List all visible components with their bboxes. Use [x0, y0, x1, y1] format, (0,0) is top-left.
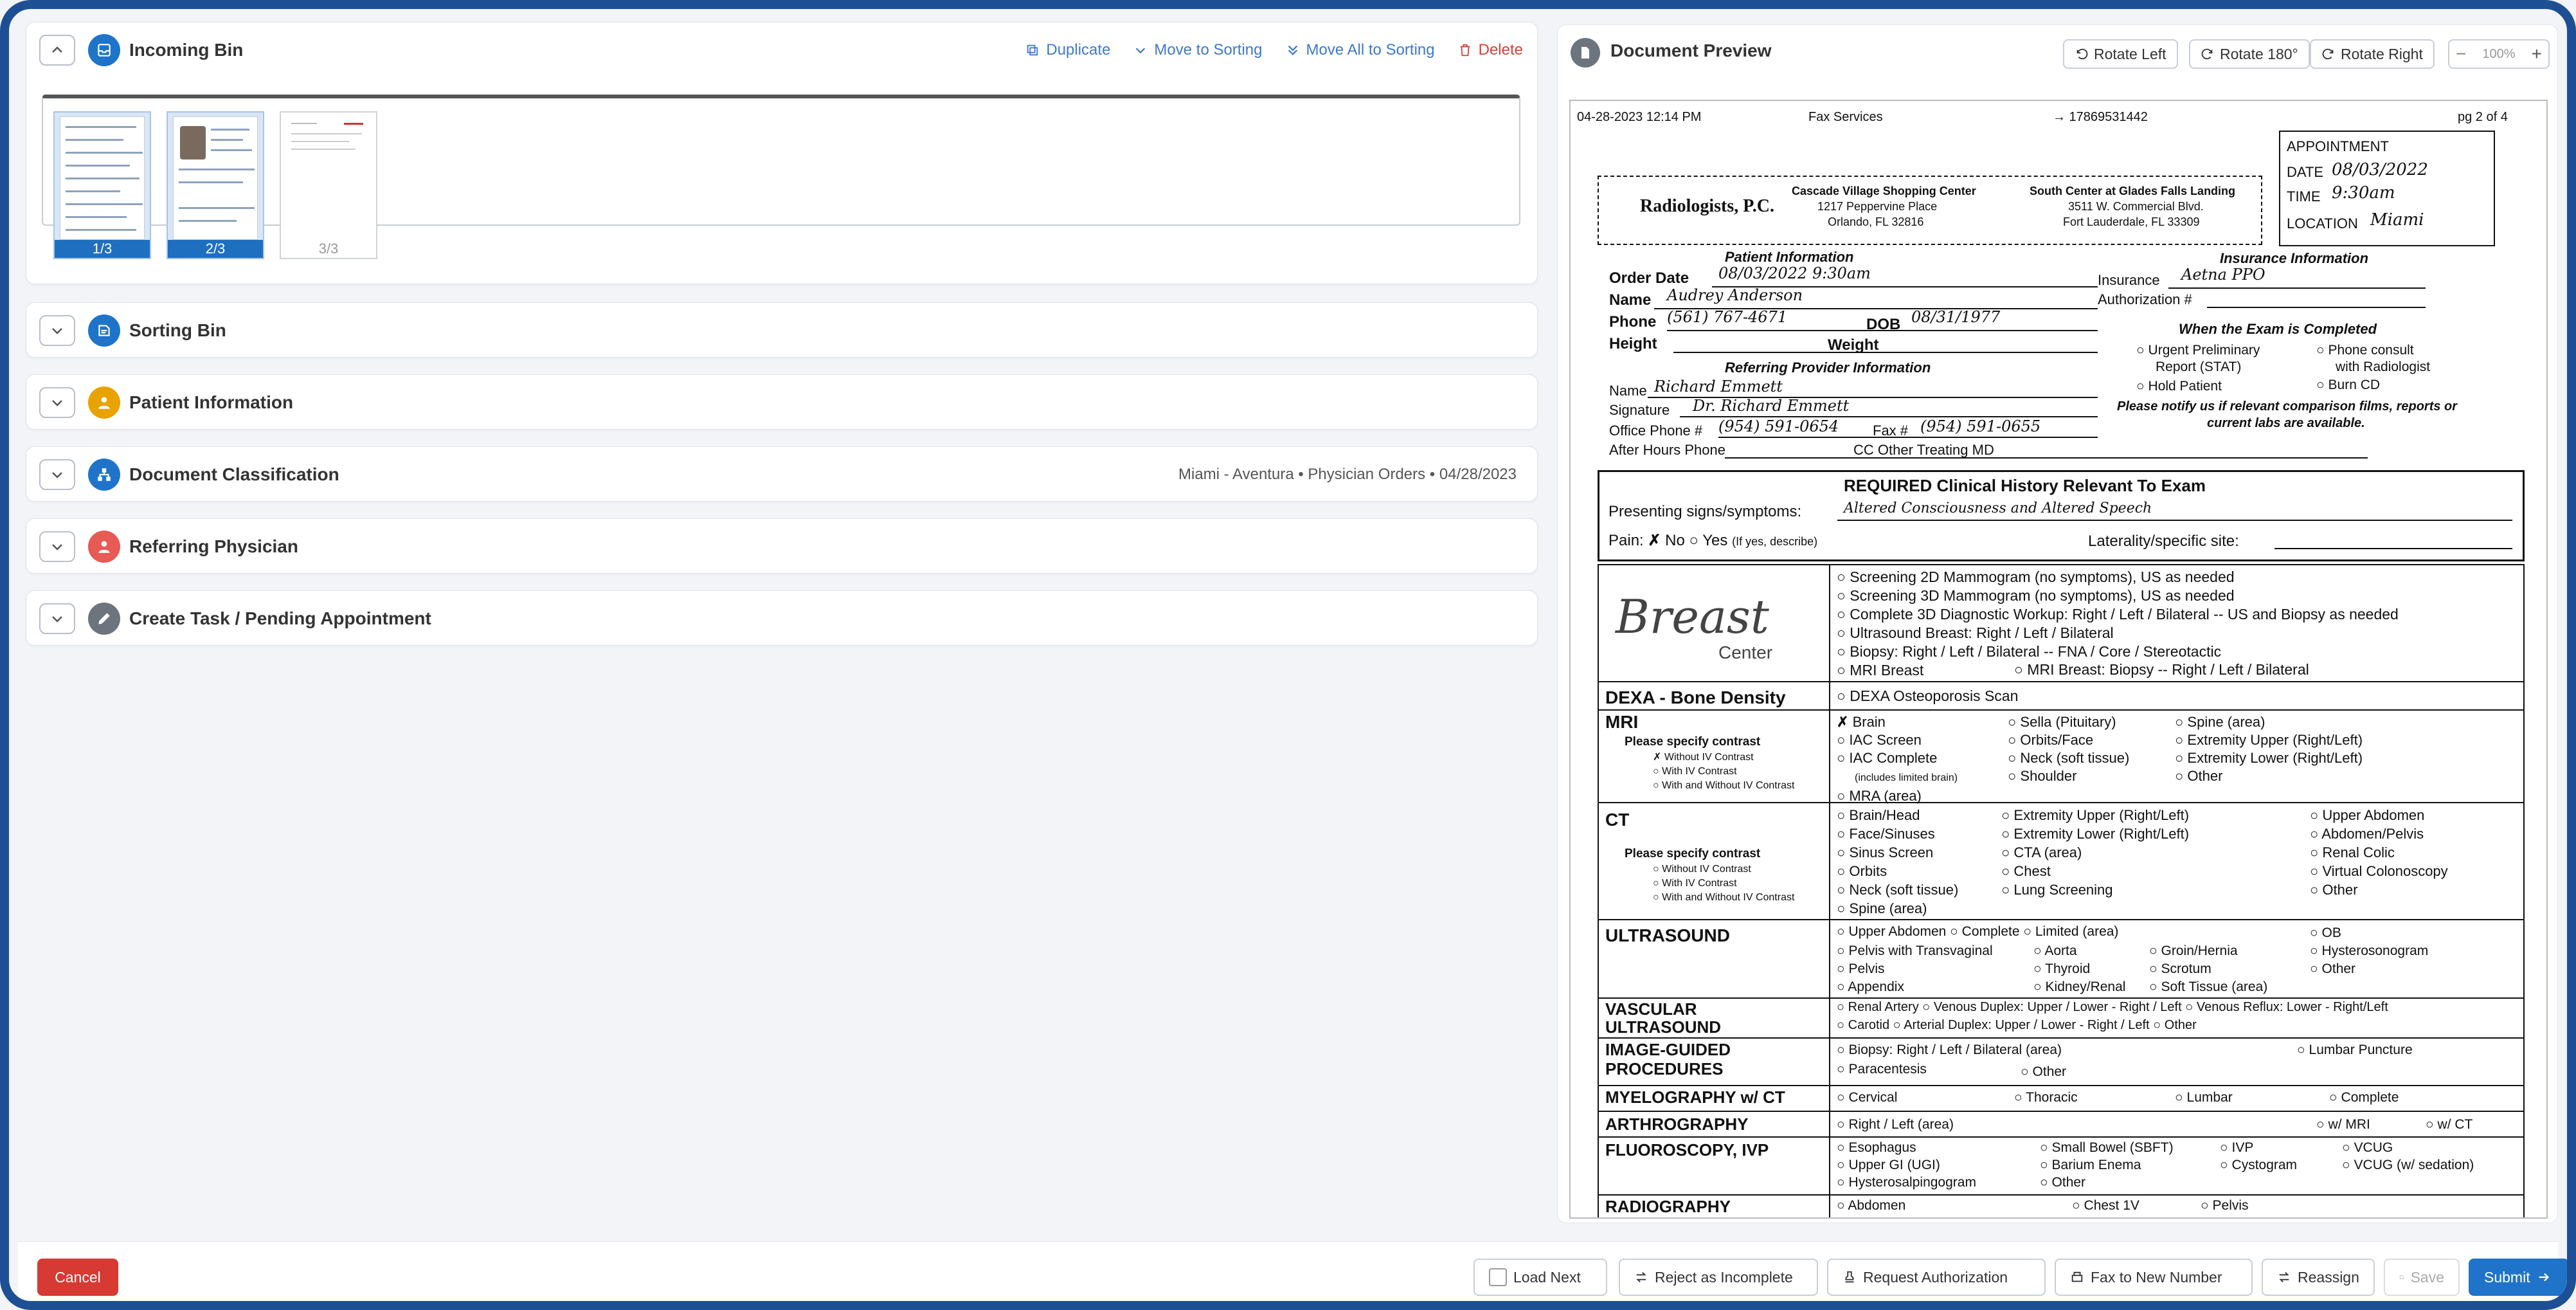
expand-toggle-patient[interactable]	[39, 387, 75, 418]
create-task-panel: Create Task / Pending Appointment	[26, 590, 1538, 646]
pencil-icon	[88, 603, 120, 635]
swap-icon	[1636, 1272, 1646, 1282]
thumbnail-label: 2/3	[168, 240, 263, 258]
reject-incomplete-button[interactable]: Reject as Incomplete	[1619, 1259, 1818, 1296]
arrow-right-icon	[2539, 1273, 2549, 1282]
chevron-up-icon	[52, 46, 62, 53]
referring-physician-title: Referring Physician	[129, 536, 298, 556]
cancel-button[interactable]: Cancel	[37, 1259, 118, 1296]
submit-button[interactable]: Submit	[2469, 1259, 2567, 1296]
document-icon	[1571, 38, 1600, 68]
double-chevron-down-icon	[1288, 45, 1297, 56]
trash-icon	[1460, 44, 1470, 57]
expand-toggle-classification[interactable]	[39, 459, 75, 490]
thumbnail-label: 1/3	[55, 240, 150, 258]
sorting-bin-panel: Sorting Bin	[26, 302, 1538, 358]
rotate-right-button[interactable]: Rotate Right	[2310, 39, 2435, 69]
save-button[interactable]: Save	[2384, 1259, 2460, 1296]
rotate-right-icon	[2322, 48, 2334, 60]
rotate-left-button[interactable]: Rotate Left	[2063, 39, 2178, 69]
patient-information-title: Patient Information	[129, 392, 294, 412]
request-authorization-button[interactable]: Request Authorization	[1827, 1259, 2046, 1296]
move-all-to-sorting-button[interactable]: Move All to Sorting	[1286, 41, 1435, 59]
move-to-sorting-button[interactable]: Move to Sorting	[1133, 41, 1263, 59]
thumbnail-image	[60, 116, 145, 240]
hierarchy-icon	[88, 459, 120, 491]
radiology-header-box: Radiologists, P.C. Cascade Village Shopp…	[1598, 176, 2262, 245]
sorting-bin-title: Sorting Bin	[129, 320, 226, 340]
reassign-button[interactable]: Reassign	[2262, 1259, 2375, 1296]
referring-physician-panel: Referring Physician	[26, 518, 1538, 574]
document-preview-title: Document Preview	[1610, 41, 1772, 60]
doctor-icon	[88, 531, 120, 563]
document-classification-title: Document Classification	[129, 464, 339, 484]
breast-center-logo: Breast	[1616, 590, 1769, 644]
fax-number: → 17869531442	[2053, 110, 2148, 124]
swap-icon	[2279, 1272, 2289, 1282]
left-column: Incoming Bin Duplicate Move to Sorting M…	[19, 22, 1544, 1237]
duplicate-button[interactable]: Duplicate	[1025, 41, 1110, 59]
thumbnail-image	[173, 116, 258, 240]
classification-summary: Miami - Aventura • Physician Orders • 04…	[1178, 466, 1517, 483]
create-task-title: Create Task / Pending Appointment	[129, 608, 431, 628]
chevron-down-icon	[52, 400, 62, 406]
page-indicator: pg 2 of 4	[2458, 110, 2508, 124]
fax-new-number-button[interactable]: Fax to New Number	[2055, 1259, 2253, 1296]
page-thumbnail-1[interactable]: 1/3	[53, 111, 151, 259]
app-frame: Incoming Bin Duplicate Move to Sorting M…	[0, 0, 2576, 1310]
rotate-180-button[interactable]: Rotate 180°	[2189, 39, 2310, 69]
sort-icon	[88, 314, 120, 347]
incoming-bin-actions: Duplicate Move to Sorting Move All to So…	[1025, 23, 1523, 78]
expand-toggle-task[interactable]	[39, 603, 75, 634]
zoom-in-icon[interactable]: +	[2532, 44, 2542, 64]
zoom-out-icon[interactable]: −	[2456, 44, 2466, 64]
thumbnail-label: 3/3	[318, 241, 339, 257]
stamp-icon	[1845, 1271, 1854, 1283]
document-preview-panel: Document Preview Rotate Left Rotate 180°…	[1557, 24, 2558, 1223]
expand-toggle-referring[interactable]	[39, 531, 75, 562]
chevron-down-icon	[52, 472, 62, 478]
chevron-down-icon	[1136, 48, 1146, 54]
fax-date: 04-28-2023 12:14 PM	[1577, 110, 1702, 124]
user-icon	[88, 387, 120, 419]
chevron-down-icon	[52, 544, 62, 550]
appointment-box: APPOINTMENT DATE 08/03/2022 TIME 9:30am …	[2279, 131, 2495, 246]
incoming-bin-title: Incoming Bin	[129, 40, 244, 60]
zoom-level: 100%	[2482, 46, 2516, 61]
document-page: 04-28-2023 12:14 PM Fax Services → 17869…	[1569, 100, 2548, 1219]
chevron-down-icon	[52, 328, 62, 334]
load-next-button[interactable]: Load Next	[1473, 1259, 1607, 1296]
patient-information-panel: Patient Information	[26, 374, 1538, 430]
delete-button[interactable]: Delete	[1458, 41, 1523, 59]
chevron-down-icon	[52, 616, 62, 623]
fax-service: Fax Services	[1808, 110, 1883, 124]
thumbnail-image	[286, 116, 371, 240]
save-icon	[2399, 1275, 2404, 1279]
page-thumbnail-2[interactable]: 2/3	[167, 111, 264, 259]
thumbnail-strip: 1/3 2/3 3/3	[42, 95, 1520, 259]
copy-icon	[1027, 44, 1038, 56]
load-next-checkbox[interactable]	[1489, 1268, 1507, 1286]
expand-toggle-sorting[interactable]	[39, 315, 75, 346]
collapse-toggle-incoming[interactable]	[39, 35, 75, 66]
clinical-history-box: REQUIRED Clinical History Relevant To Ex…	[1598, 470, 2525, 561]
page-thumbnail-3[interactable]: 3/3	[280, 111, 377, 259]
incoming-bin-panel: Incoming Bin Duplicate Move to Sorting M…	[26, 22, 1538, 284]
footer-action-bar: Cancel Load Next Reject as Incomplete Re…	[18, 1241, 2567, 1301]
inbox-icon	[88, 34, 120, 66]
rotate-icon	[2201, 48, 2213, 60]
zoom-control: − 100% +	[2448, 39, 2550, 69]
document-classification-panel: Document Classification Miami - Aventura…	[26, 446, 1538, 502]
rotate-left-icon	[2076, 48, 2088, 60]
fax-icon	[2071, 1271, 2083, 1282]
